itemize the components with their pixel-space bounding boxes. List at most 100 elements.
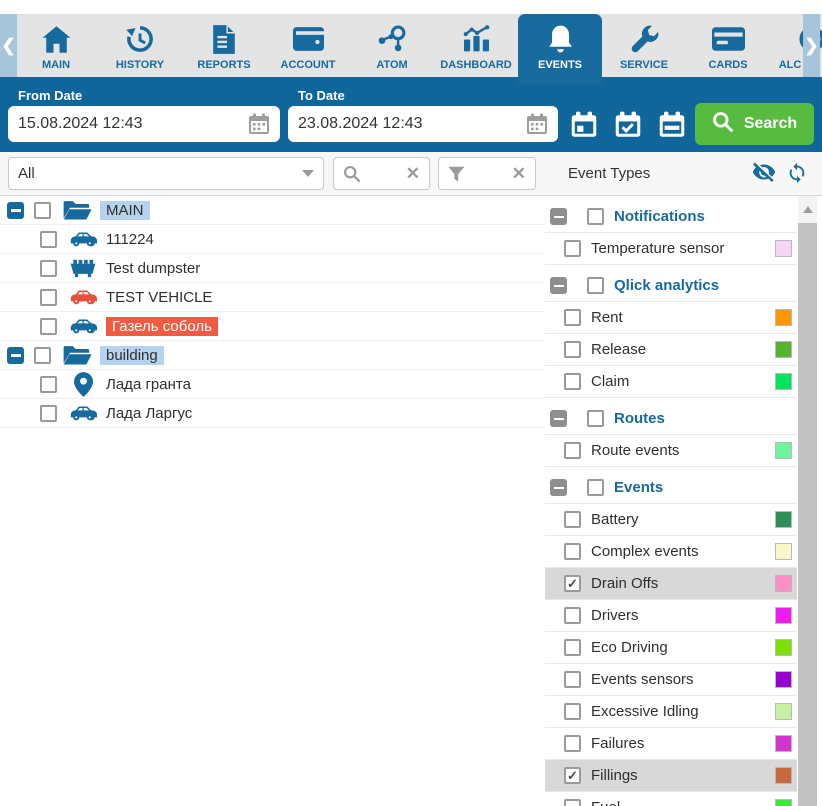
event-type-row[interactable]: Route events (545, 435, 797, 467)
nav-tab-cards[interactable]: CARDS (686, 14, 770, 77)
checkbox[interactable]: ✓ (564, 575, 581, 592)
nav-scroll-left-chevron[interactable]: ❮ (0, 14, 17, 77)
event-type-row[interactable]: Drivers (545, 600, 797, 632)
event-type-row[interactable]: ✓Drain Offs (545, 568, 797, 600)
checkbox[interactable] (564, 240, 581, 257)
event-type-row[interactable]: Complex events (545, 536, 797, 568)
event-type-row[interactable]: Release (545, 334, 797, 366)
eye-off-icon (750, 160, 778, 187)
tree-row[interactable]: MAIN (0, 196, 545, 225)
checkbox[interactable]: ✓ (564, 767, 581, 784)
checkbox[interactable] (40, 376, 57, 393)
tree-item-label: MAIN (100, 201, 150, 220)
collapse-minus-icon[interactable] (550, 208, 567, 225)
checkbox[interactable] (564, 511, 581, 528)
checkbox[interactable] (564, 373, 581, 390)
calendar-icon[interactable] (248, 113, 270, 135)
checkbox[interactable] (564, 671, 581, 688)
hide-all-button[interactable] (750, 160, 778, 187)
tree-row[interactable]: Test dumpster (0, 254, 545, 283)
checkbox[interactable] (564, 607, 581, 624)
event-type-label: Fillings (591, 767, 638, 784)
checkbox[interactable] (564, 799, 581, 806)
event-type-row[interactable]: Battery (545, 504, 797, 536)
checkbox[interactable] (564, 735, 581, 752)
checkbox[interactable] (564, 639, 581, 656)
vehicle-search-input[interactable]: ✕ (333, 157, 430, 190)
checkbox[interactable] (40, 318, 57, 335)
checkbox[interactable] (34, 347, 51, 364)
event-type-row[interactable]: Temperature sensor (545, 233, 797, 265)
event-type-row[interactable]: Eco Driving (545, 632, 797, 664)
checkbox[interactable] (34, 202, 51, 219)
checkbox[interactable] (587, 410, 604, 427)
checkbox[interactable] (587, 208, 604, 225)
event-group-row[interactable]: Routes (545, 403, 797, 435)
checkbox[interactable] (564, 309, 581, 326)
checkbox[interactable] (40, 260, 57, 277)
event-type-row[interactable]: Excessive Idling (545, 696, 797, 728)
collapse-minus-icon[interactable] (550, 479, 567, 496)
nav-tab-history[interactable]: HISTORY (98, 14, 182, 77)
nav-tab-dashboard[interactable]: DASHBOARD (434, 14, 518, 77)
collapse-minus-icon[interactable] (7, 347, 24, 364)
calendar-range-button[interactable] (656, 109, 688, 139)
checkbox[interactable] (587, 277, 604, 294)
from-date-input[interactable]: 15.08.2024 12:43 (8, 106, 280, 142)
event-type-row[interactable]: Failures (545, 728, 797, 760)
scroll-thumb[interactable] (798, 223, 817, 806)
event-type-row[interactable]: ✓ Fillings (545, 760, 797, 792)
clear-search-icon[interactable]: ✕ (406, 165, 420, 182)
sync-icon (786, 162, 808, 187)
nav-tab-events[interactable]: EVENTS (518, 14, 602, 84)
search-button[interactable]: Search (695, 103, 814, 145)
event-type-row[interactable]: Rent (545, 302, 797, 334)
scrollbar[interactable] (798, 196, 817, 806)
collapse-minus-icon[interactable] (550, 277, 567, 294)
collapse-minus-icon[interactable] (550, 410, 567, 427)
checkbox[interactable] (564, 703, 581, 720)
tree-row[interactable]: Газель соболь (0, 312, 545, 341)
tree-row[interactable]: Лада Ларгус (0, 399, 545, 428)
event-group-row[interactable]: Events (545, 472, 797, 504)
group-filter-select[interactable]: All (8, 157, 324, 190)
event-group-row[interactable]: Qlick analytics (545, 270, 797, 302)
checkbox[interactable] (40, 405, 57, 422)
event-type-row[interactable]: Fuel (545, 792, 797, 806)
checkbox[interactable] (40, 289, 57, 306)
tree-row[interactable]: 111224 (0, 225, 545, 254)
event-type-label: Release (591, 341, 646, 358)
nav-scroll-right-chevron[interactable]: ❯ (803, 14, 820, 77)
tree-row[interactable]: TEST VEHICLE (0, 283, 545, 312)
clear-filter-icon[interactable]: ✕ (512, 165, 526, 182)
search-button-label: Search (744, 115, 797, 133)
collapse-minus-icon[interactable] (7, 202, 24, 219)
event-group-row[interactable]: Notifications (545, 201, 797, 233)
to-date-input[interactable]: 23.08.2024 12:43 (288, 106, 558, 142)
checkbox[interactable] (564, 543, 581, 560)
nav-tab-reports[interactable]: REPORTS (182, 14, 266, 77)
checkbox[interactable] (40, 231, 57, 248)
color-swatch (775, 575, 792, 592)
color-swatch (775, 442, 792, 459)
nav-tab-account[interactable]: ACCOUNT (266, 14, 350, 77)
tree-row[interactable]: building (0, 341, 545, 370)
car-icon (68, 230, 98, 248)
checkbox[interactable] (587, 479, 604, 496)
event-type-row[interactable]: Events sensors (545, 664, 797, 696)
checkbox[interactable] (564, 341, 581, 358)
nav-tab-atom[interactable]: ATOM (350, 14, 434, 77)
refresh-button[interactable] (786, 162, 808, 187)
event-type-row[interactable]: Claim (545, 366, 797, 398)
calendar-check-button[interactable] (612, 109, 644, 139)
nav-tab-main[interactable]: MAIN (14, 14, 98, 77)
scroll-up-button[interactable] (798, 196, 817, 223)
calendar-day-button[interactable] (568, 109, 600, 139)
checkbox[interactable] (564, 442, 581, 459)
event-type-label: Claim (591, 373, 629, 390)
filter-input[interactable]: ✕ (438, 157, 536, 190)
color-swatch (775, 703, 792, 720)
nav-tab-service[interactable]: SERVICE (602, 14, 686, 77)
tree-row[interactable]: Лада гранта (0, 370, 545, 399)
calendar-icon[interactable] (526, 113, 548, 135)
